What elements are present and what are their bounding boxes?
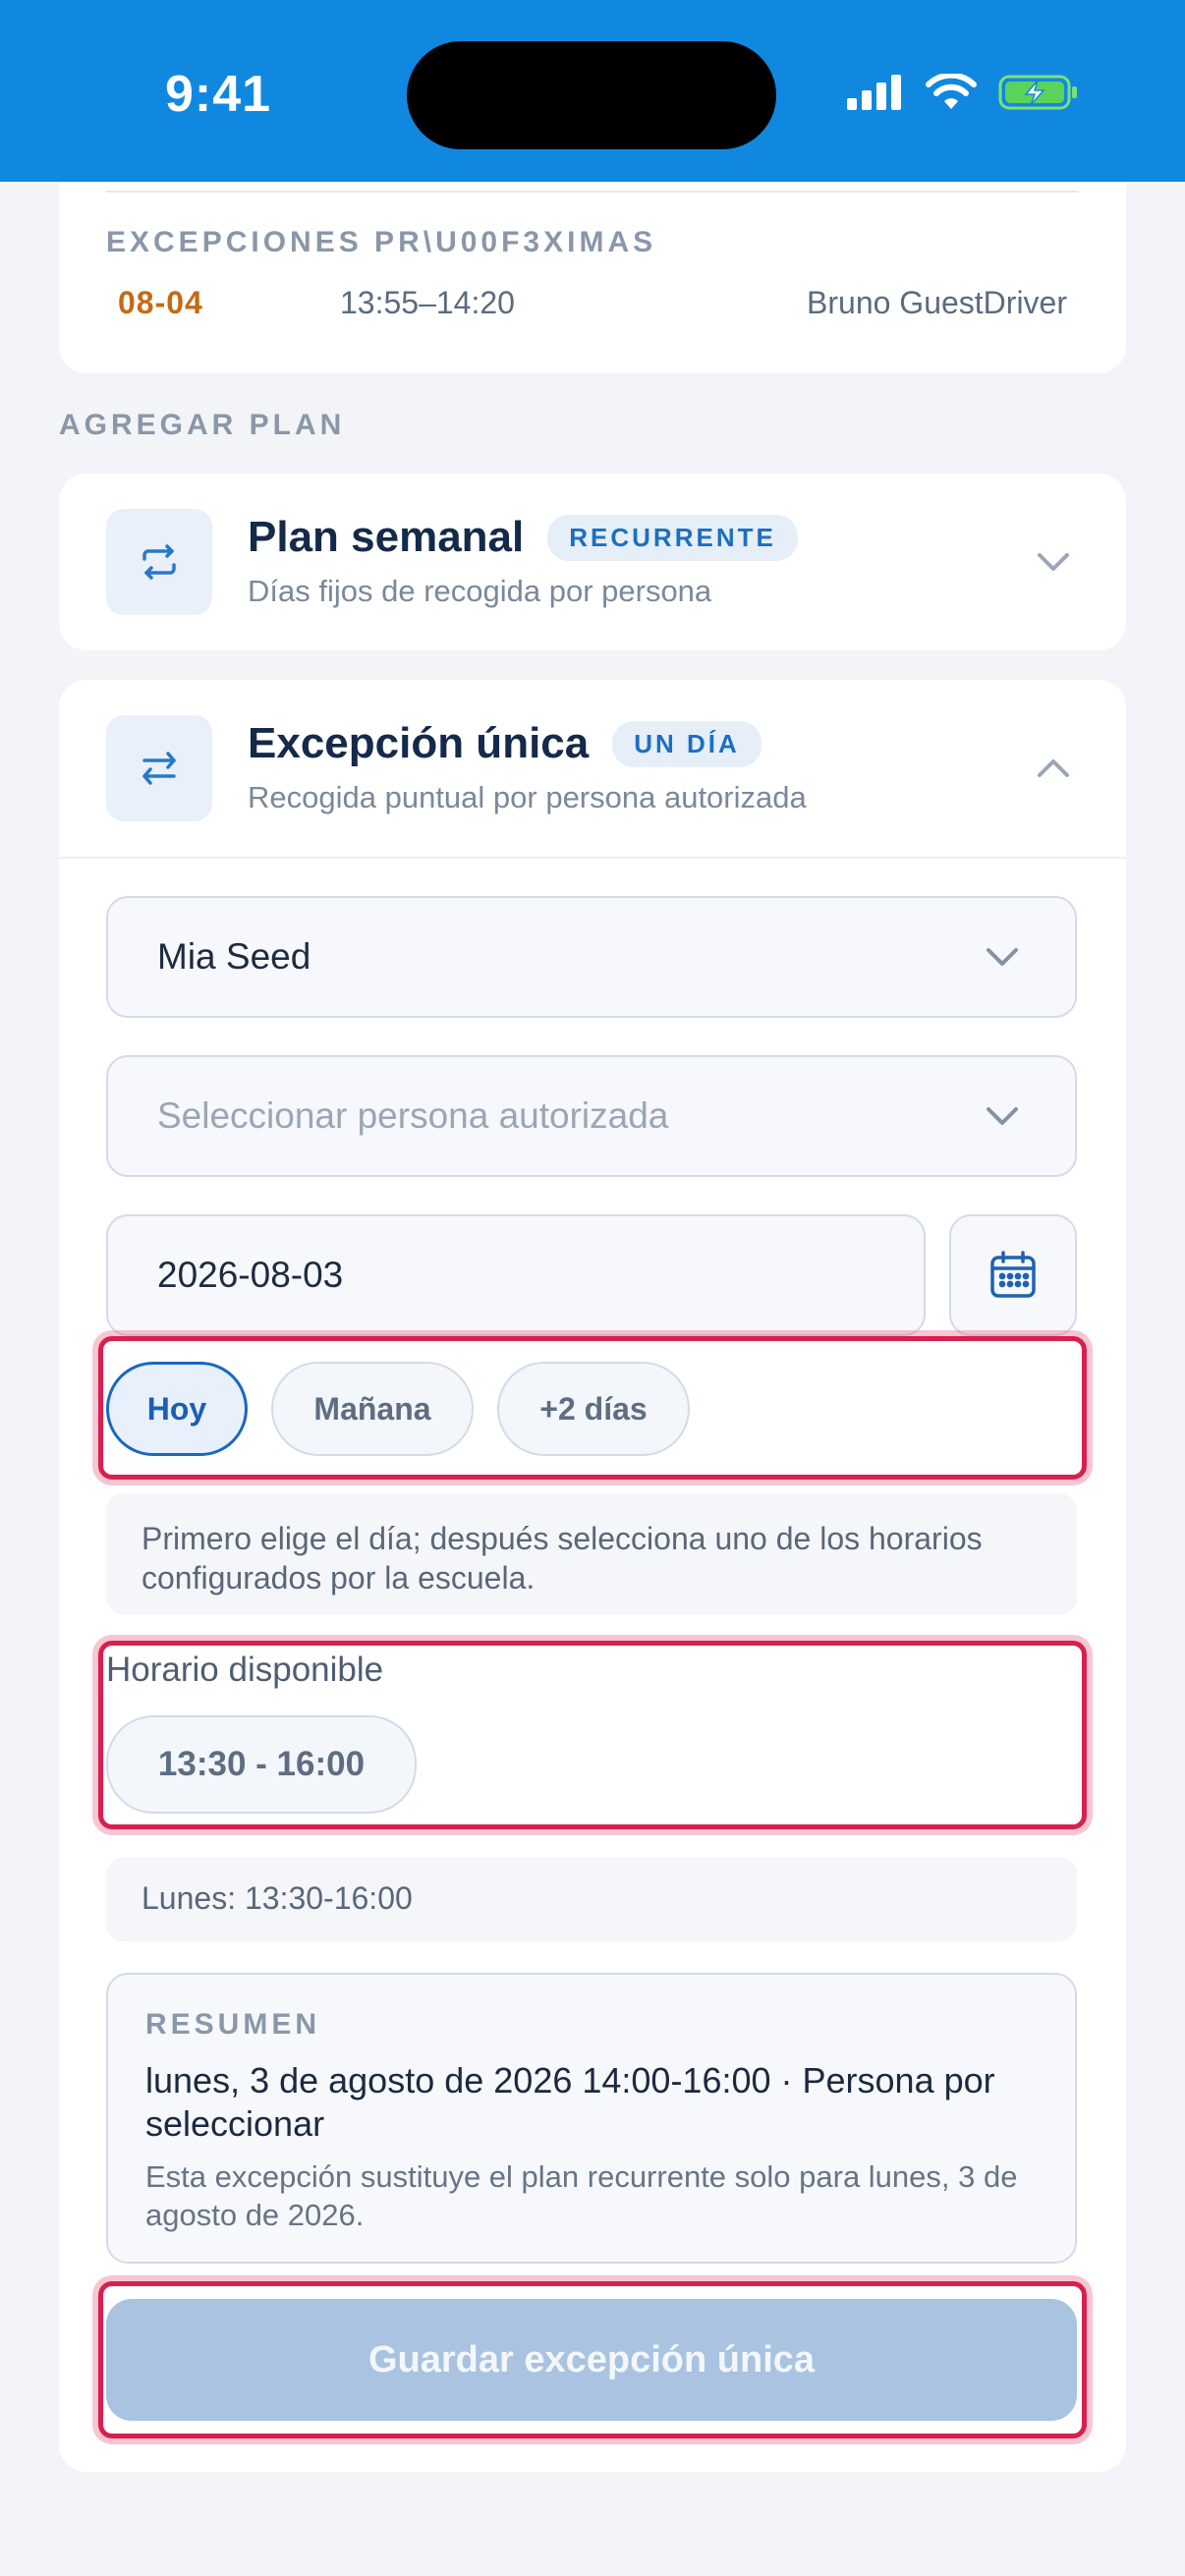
chevron-down-icon (987, 1107, 1018, 1125)
repeat-icon (106, 509, 212, 615)
summary-box: RESUMEN lunes, 3 de agosto de 2026 14:00… (106, 1973, 1077, 2264)
exception-person: Bruno GuestDriver (807, 285, 1067, 320)
divider (59, 857, 1126, 859)
wifi-icon (926, 74, 977, 109)
chip-today[interactable]: Hoy (106, 1362, 248, 1456)
summary-note: Esta excepción sustituye el plan recurre… (145, 2159, 1018, 2232)
exception-date: 08-04 (118, 285, 203, 320)
quick-day-chips: Hoy Mañana +2 días (106, 1362, 690, 1456)
add-plan-label: AGREGAR PLAN (59, 409, 346, 441)
schedule-option[interactable]: 13:30 - 16:00 (106, 1715, 417, 1814)
chevron-down-icon (987, 948, 1018, 966)
weekly-plan-title-row: Plan semanal RECURRENTE (248, 513, 798, 562)
authorized-person-select[interactable]: Seleccionar persona autorizada (106, 1055, 1077, 1177)
save-single-exception-button[interactable]: Guardar excepción única (106, 2299, 1077, 2421)
calendar-button[interactable] (949, 1214, 1077, 1336)
one-day-badge: UN DÍA (612, 720, 762, 767)
date-input-value: 2026-08-03 (157, 1255, 344, 1295)
summary-main: lunes, 3 de agosto de 2026 14:00-16:00 ·… (145, 2060, 995, 2144)
chip-plus-two-days[interactable]: +2 días (497, 1362, 690, 1456)
recurrent-badge: RECURRENTE (547, 514, 798, 561)
weekly-plan-accordion[interactable]: Plan semanal RECURRENTE Días fijos de re… (59, 474, 1126, 650)
authorized-person-placeholder: Seleccionar persona autorizada (157, 1095, 669, 1136)
student-select-value: Mia Seed (157, 936, 311, 977)
weekly-plan-title: Plan semanal (248, 513, 525, 561)
status-icons (847, 73, 1079, 112)
date-input[interactable]: 2026-08-03 (106, 1214, 926, 1336)
single-exception-subtitle: Recogida puntual por persona autorizada (248, 780, 807, 814)
single-exception-title: Excepción única (248, 719, 590, 767)
chip-tomorrow[interactable]: Mañana (271, 1362, 474, 1456)
exception-time: 13:55–14:20 (340, 285, 515, 320)
chevron-down-icon[interactable] (1032, 540, 1075, 584)
signal-icon (847, 75, 901, 110)
status-time: 9:41 (165, 66, 272, 123)
calendar-icon (990, 1251, 1036, 1298)
dynamic-island (407, 41, 776, 149)
chevron-up-icon[interactable] (1032, 747, 1075, 790)
battery-charging-icon (998, 75, 1077, 110)
upcoming-exceptions-title: EXCEPCIONES PR\U00F3XIMAS (106, 226, 657, 258)
schedule-info: Lunes: 13:30-16:00 (106, 1857, 1077, 1941)
swap-icon (106, 715, 212, 821)
single-exception-title-row[interactable]: Excepción única UN DÍA (248, 719, 762, 768)
exception-row[interactable]: 08-04 13:55–14:20 Bruno GuestDriver (106, 285, 1067, 321)
single-exception-accordion: Excepción única UN DÍA Recogida puntual … (59, 680, 1126, 2472)
summary-label: RESUMEN (145, 2008, 321, 2041)
divider (106, 191, 1079, 193)
schedule-label: Horario disponible (106, 1651, 384, 1689)
day-hint: Primero elige el día; después selecciona… (106, 1493, 1077, 1615)
status-bar: 9:41 (0, 0, 1185, 182)
student-select[interactable]: Mia Seed (106, 896, 1077, 1018)
weekly-plan-subtitle: Días fijos de recogida por persona (248, 574, 712, 608)
